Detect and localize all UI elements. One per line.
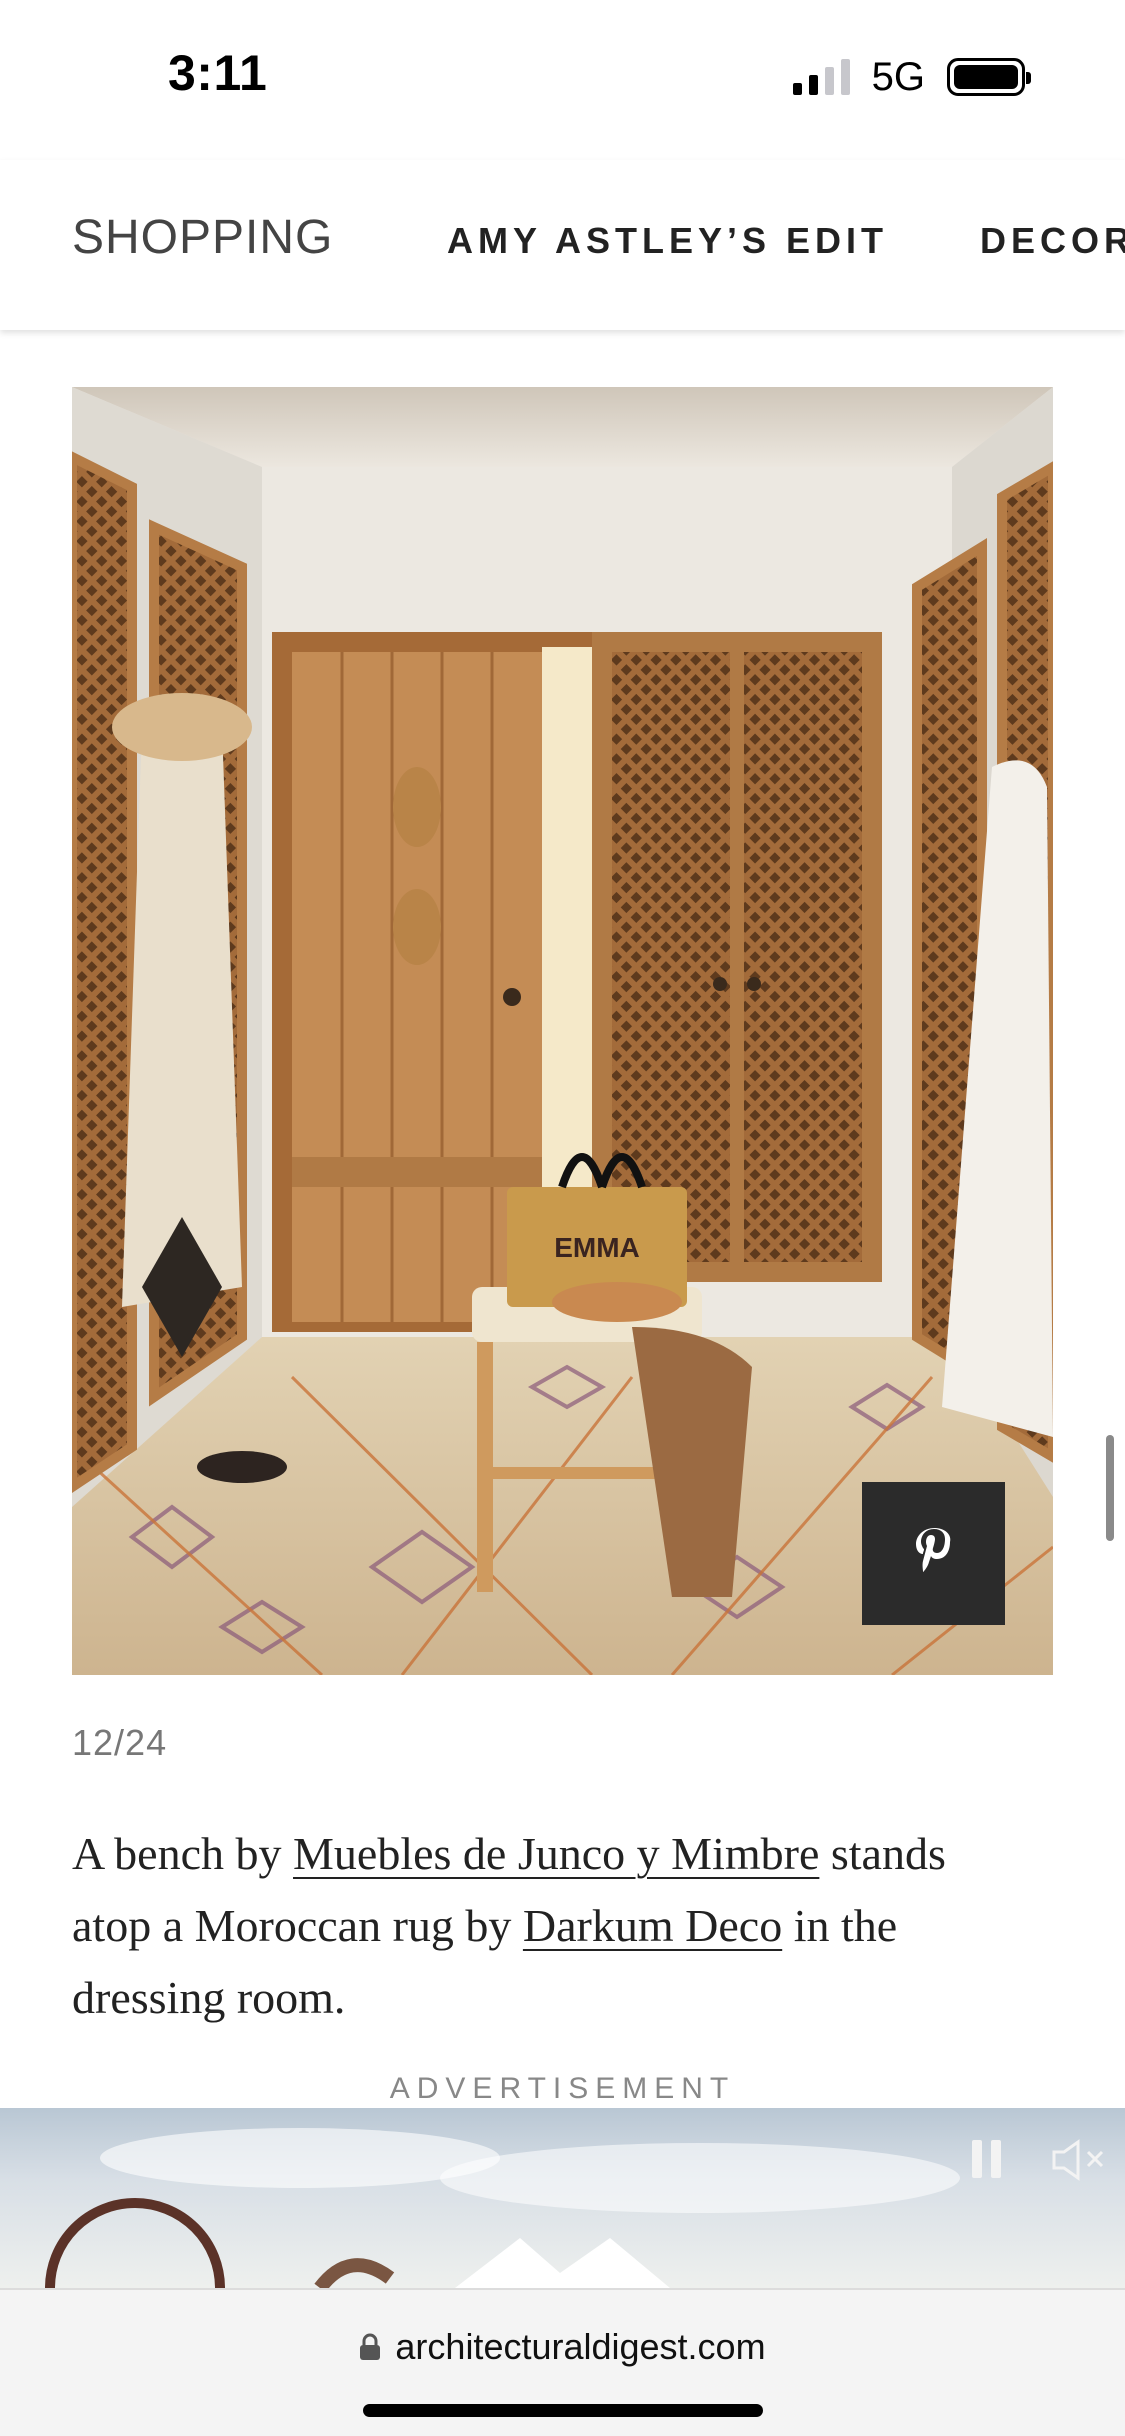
url-display[interactable]: architecturaldigest.com	[0, 2326, 1125, 2368]
nav-item-amy-astleys-edit[interactable]: AMY ASTLEY’S EDIT	[447, 220, 888, 262]
pinterest-save-button[interactable]	[862, 1482, 1005, 1625]
home-indicator	[363, 2404, 763, 2417]
mute-icon[interactable]	[1050, 2138, 1106, 2182]
url-text: architecturaldigest.com	[395, 2326, 766, 2367]
link-muebles-de-junco[interactable]: Muebles de Junco y Mimbre	[293, 1828, 819, 1879]
pause-icon[interactable]	[972, 2140, 1001, 2178]
section-nav: SHOPPING AMY ASTLEY’S EDIT DECOR	[0, 160, 1125, 330]
link-darkum-deco[interactable]: Darkum Deco	[523, 1900, 782, 1951]
caption-text: A bench by	[72, 1828, 294, 1879]
status-time: 3:11	[168, 45, 268, 101]
lock-icon	[360, 2333, 381, 2360]
photo-caption: A bench by Muebles de Junco y Mimbre sta…	[72, 1818, 1032, 2034]
network-type: 5G	[871, 54, 925, 99]
advertisement-label: ADVERTISEMENT	[389, 2072, 736, 2105]
basket-monogram: EMMA	[554, 1232, 640, 1263]
nav-item-decor[interactable]: DECOR	[980, 220, 1125, 262]
gallery-counter: 12/24	[72, 1722, 168, 1763]
nav-item-shopping[interactable]: SHOPPING	[72, 210, 333, 265]
status-bar: 3:11 5G	[0, 0, 1125, 150]
status-icons: 5G	[792, 52, 1031, 102]
browser-address-bar[interactable]: architecturaldigest.com	[0, 2288, 1125, 2436]
pinterest-icon	[915, 1527, 950, 1572]
advertisement-video[interactable]	[0, 2108, 1125, 2288]
scrollbar[interactable]	[1106, 1435, 1114, 1541]
battery-icon	[947, 58, 1031, 96]
signal-icon	[792, 59, 850, 95]
ad-artwork	[45, 2128, 960, 2288]
